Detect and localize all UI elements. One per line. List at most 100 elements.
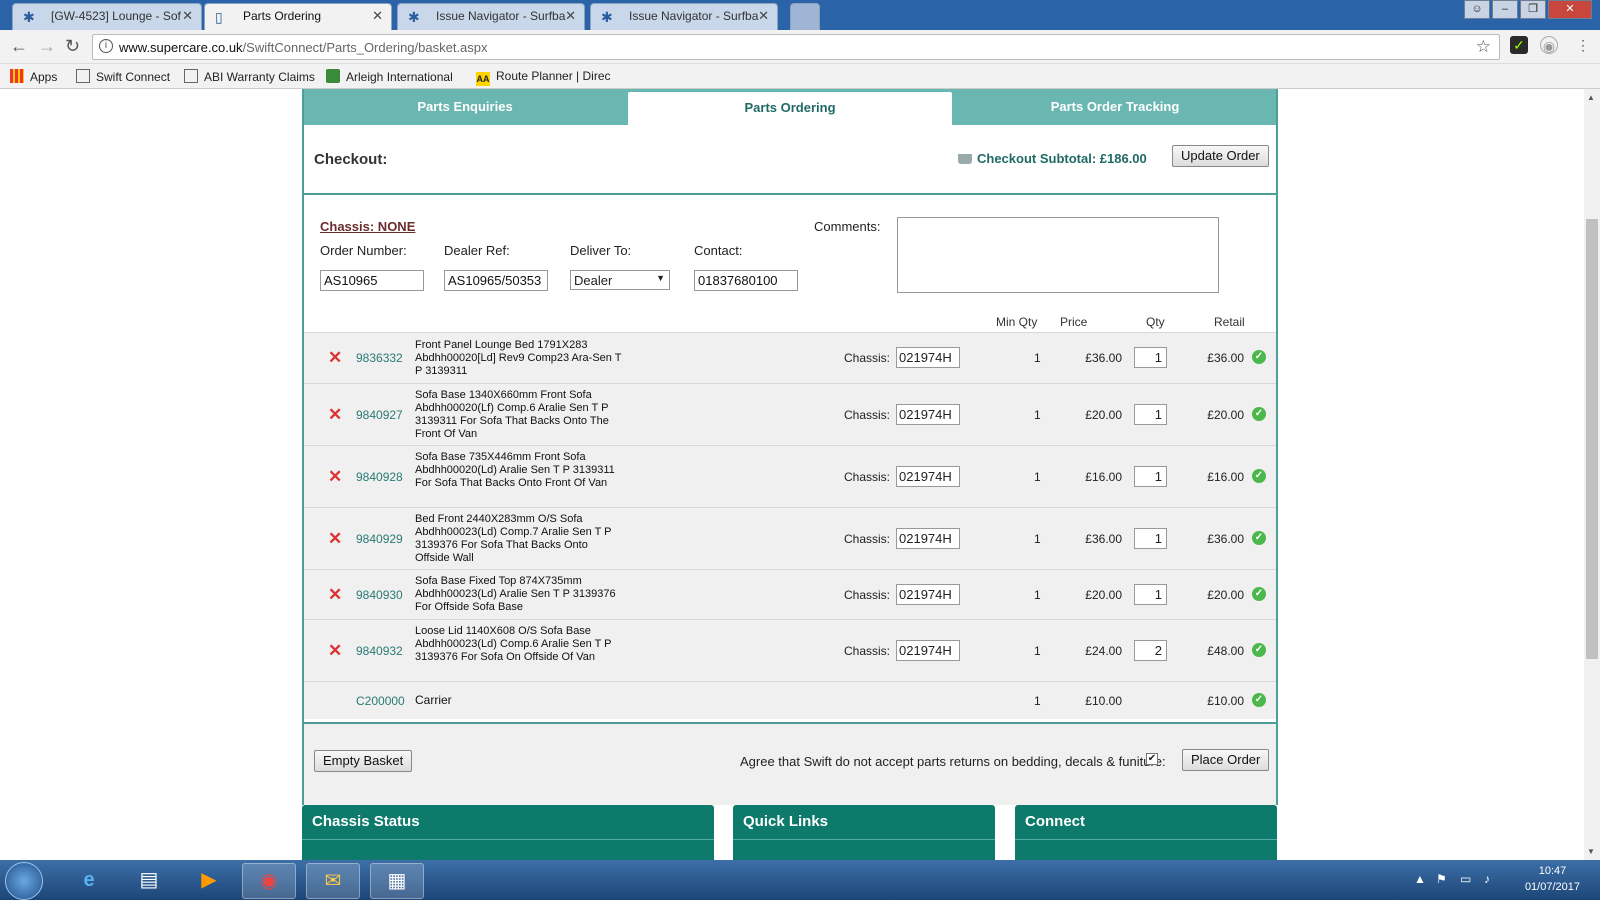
delete-icon[interactable]: ✕	[328, 348, 342, 368]
chassis-input[interactable]: 021974H	[896, 347, 960, 368]
close-icon[interactable]: ✕	[565, 8, 576, 24]
back-icon[interactable]: ←	[10, 36, 28, 57]
update-order-button[interactable]: Update Order	[1172, 145, 1269, 167]
bookmark-apps[interactable]: Apps	[10, 69, 57, 84]
tab-parts-ordering[interactable]: Parts Ordering	[628, 92, 952, 125]
scroll-thumb[interactable]	[1586, 219, 1598, 659]
contact-field[interactable]: 01837680100	[694, 270, 798, 291]
media-player-icon[interactable]: ▶	[182, 863, 236, 899]
bookmark-arleigh[interactable]: Arleigh International	[326, 69, 453, 84]
part-code-link[interactable]: 9840927	[356, 408, 403, 422]
volume-icon[interactable]: ♪	[1484, 872, 1490, 886]
chassis-link[interactable]: Chassis: NONE	[320, 219, 415, 234]
calculator-icon[interactable]: ▦	[370, 863, 424, 899]
delete-icon[interactable]: ✕	[328, 529, 342, 549]
chassis-input[interactable]: 021974H	[896, 404, 960, 425]
part-code-link[interactable]: 9840929	[356, 532, 403, 546]
basket-footer: Empty Basket Agree that Swift do not acc…	[304, 722, 1276, 805]
chassis-label: Chassis:	[844, 644, 891, 658]
browser-tab-2[interactable]: ▯ Parts Ordering ✕	[204, 3, 392, 30]
start-button[interactable]	[5, 862, 43, 900]
dealer-ref-field[interactable]: AS10965/50353	[444, 270, 548, 291]
extension-icon[interactable]: ✓	[1510, 36, 1528, 54]
check-icon: ✓	[1252, 693, 1266, 707]
delete-icon[interactable]: ✕	[328, 467, 342, 487]
menu-icon[interactable]: ⋮	[1574, 36, 1592, 54]
restore-icon[interactable]: ❐	[1520, 0, 1546, 19]
browser-tab-3[interactable]: ✱ Issue Navigator - Surfba ✕	[397, 3, 585, 30]
empty-basket-button[interactable]: Empty Basket	[314, 750, 413, 772]
flag-icon[interactable]: ⚑	[1436, 872, 1447, 886]
qty-input[interactable]: 2	[1134, 640, 1167, 661]
page-scrollbar[interactable]: ▲ ▼	[1584, 89, 1600, 860]
bookmark-route-planner[interactable]: AA Route Planner | Direc	[476, 69, 611, 86]
window-close-icon[interactable]: ✕	[1548, 0, 1592, 19]
minimize-icon[interactable]: –	[1492, 0, 1518, 19]
order-number-field[interactable]: AS10965	[320, 270, 424, 291]
bookmark-abi-warranty[interactable]: ABI Warranty Claims	[184, 69, 315, 84]
place-order-button[interactable]: Place Order	[1182, 749, 1270, 771]
reload-icon[interactable]: ↻	[65, 36, 80, 57]
chassis-input[interactable]: 021974H	[896, 640, 960, 661]
chassis-label: Chassis:	[844, 351, 891, 365]
browser-tab-title: Issue Navigator - Surfba	[436, 9, 566, 23]
tab-parts-enquiries[interactable]: Parts Enquiries	[304, 89, 626, 125]
qty-input[interactable]: 1	[1134, 404, 1167, 425]
part-code-link[interactable]: 9840928	[356, 470, 403, 484]
file-explorer-icon[interactable]: ▤	[122, 863, 176, 899]
chassis-input[interactable]: 021974H	[896, 584, 960, 605]
delete-icon[interactable]: ✕	[328, 405, 342, 425]
internet-explorer-icon[interactable]: e	[62, 863, 116, 899]
info-icon[interactable]: i	[99, 39, 113, 53]
qty-input[interactable]: 1	[1134, 347, 1167, 368]
chassis-label: Chassis:	[844, 408, 891, 422]
price: £16.00	[1085, 470, 1122, 484]
chassis-input[interactable]: 021974H	[896, 466, 960, 487]
forward-icon[interactable]: →	[38, 36, 56, 57]
tab-parts-order-tracking[interactable]: Parts Order Tracking	[954, 89, 1276, 125]
part-code-link[interactable]: 9840930	[356, 588, 403, 602]
close-icon[interactable]: ✕	[758, 8, 769, 24]
bookmark-swift-connect[interactable]: Swift Connect	[76, 69, 170, 84]
network-icon[interactable]: ▭	[1460, 872, 1471, 886]
price: £24.00	[1085, 644, 1122, 658]
retail: £16.00	[1207, 470, 1244, 484]
page-viewport: Parts Enquiries Parts Ordering Parts Ord…	[0, 89, 1584, 860]
delete-icon[interactable]: ✕	[328, 641, 342, 661]
extension-icon-2[interactable]: ◉	[1540, 36, 1558, 54]
min-qty: 1	[1034, 588, 1041, 602]
apps-grid-icon	[10, 69, 24, 83]
header-min-qty: Min Qty	[996, 315, 1038, 329]
qty-input[interactable]: 1	[1134, 528, 1167, 549]
new-tab-button[interactable]	[790, 3, 820, 30]
section-tabs: Parts Enquiries Parts Ordering Parts Ord…	[304, 89, 1276, 125]
agree-checkbox[interactable]: ✔	[1146, 753, 1158, 765]
table-row: ✕ 9840928 Sofa Base 735X446mm Front Sofa…	[304, 445, 1276, 507]
part-code-link[interactable]: 9840932	[356, 644, 403, 658]
comments-textarea[interactable]	[897, 217, 1219, 293]
connect-box: Connect	[1015, 805, 1277, 860]
close-icon[interactable]: ✕	[182, 8, 193, 24]
deliver-to-select[interactable]: Dealer ▼	[570, 270, 670, 290]
qty-input[interactable]: 1	[1134, 466, 1167, 487]
bug-icon: ✱	[23, 9, 35, 25]
star-icon[interactable]: ☆	[1476, 37, 1491, 57]
globe-icon	[326, 69, 340, 83]
part-code-link[interactable]: C200000	[356, 694, 405, 708]
part-code-link[interactable]: 9836332	[356, 351, 403, 365]
browser-tab-1[interactable]: ✱ [GW-4523] Lounge - Sof ✕	[12, 3, 202, 30]
chassis-input[interactable]: 021974H	[896, 528, 960, 549]
delete-icon[interactable]: ✕	[328, 585, 342, 605]
qty-input[interactable]: 1	[1134, 584, 1167, 605]
browser-tab-4[interactable]: ✱ Issue Navigator - Surfba ✕	[590, 3, 778, 30]
check-icon: ✓	[1252, 531, 1266, 545]
scroll-down-icon[interactable]: ▼	[1587, 847, 1595, 856]
clock[interactable]: 10:47 01/07/2017	[1525, 863, 1580, 895]
show-hidden-icons[interactable]: ▲	[1414, 872, 1426, 886]
close-icon[interactable]: ✕	[372, 8, 383, 24]
url-input[interactable]: i www.supercare.co.uk/SwiftConnect/Parts…	[92, 34, 1500, 60]
scroll-up-icon[interactable]: ▲	[1587, 93, 1595, 102]
profile-icon[interactable]: ☺	[1464, 0, 1490, 19]
outlook-icon[interactable]: ✉	[306, 863, 360, 899]
chrome-icon[interactable]: ◉	[242, 863, 296, 899]
